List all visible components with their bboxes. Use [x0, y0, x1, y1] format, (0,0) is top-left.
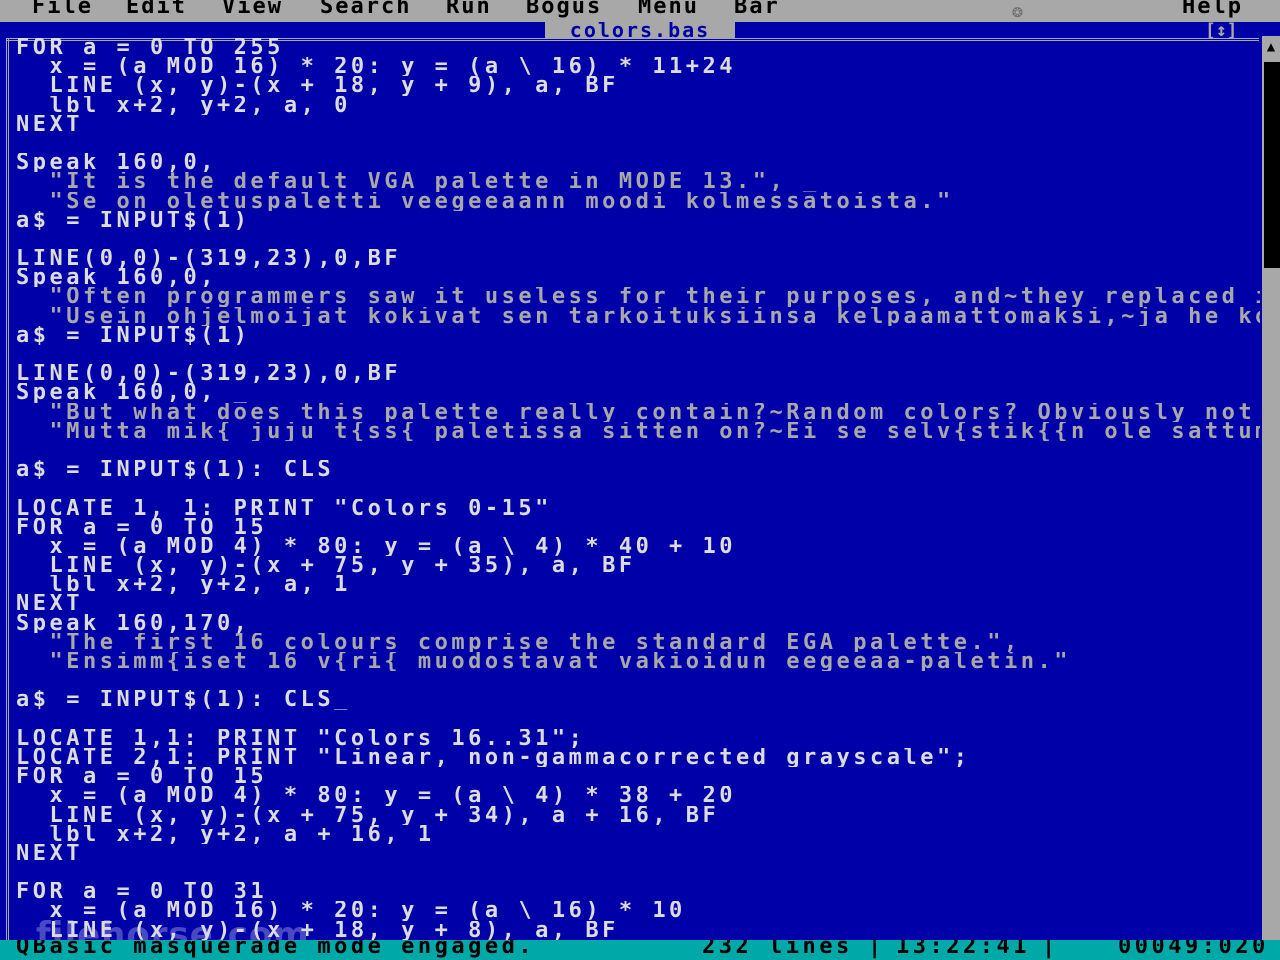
- code-line[interactable]: a$ = INPUT$(1): [16, 326, 1260, 345]
- code-line[interactable]: "Mutta mik{ juju t{ss{ paletissa sitten …: [16, 422, 1260, 441]
- file-title: colors.bas: [545, 22, 735, 38]
- code-line[interactable]: [16, 671, 1260, 690]
- code-line[interactable]: LINE (x, y)-(x + 75, y + 34), a + 16, BF: [16, 806, 1260, 825]
- menu-bar: File Edit View Search Run Bogus Menu Bar…: [0, 0, 1280, 22]
- code-line[interactable]: NEXT: [16, 844, 1260, 863]
- line-count: 232 lines: [702, 940, 853, 959]
- code-line[interactable]: "Se on oletuspaletti veegeeaann moodi ko…: [16, 192, 1260, 211]
- cursor-position: 00049:020: [1118, 940, 1269, 959]
- menu-view[interactable]: View: [222, 0, 283, 18]
- code-line[interactable]: lbl x+2, y+2, a + 16, 1: [16, 825, 1260, 844]
- code-line[interactable]: LINE(0,0)-(319,23),0,BF: [16, 249, 1260, 268]
- code-line[interactable]: LINE (x, y)-(x + 18, y + 9), a, BF: [16, 76, 1260, 95]
- status-separator-1: |: [868, 940, 885, 959]
- code-line[interactable]: LOCATE 2,1: PRINT "Linear, non-gammacorr…: [16, 748, 1260, 767]
- window-border-left: [6, 38, 9, 940]
- code-line[interactable]: a$ = INPUT$(1): [16, 211, 1260, 230]
- code-line[interactable]: Speak 160,0, _: [16, 153, 1260, 172]
- code-line[interactable]: [16, 230, 1260, 249]
- menu-search[interactable]: Search: [320, 0, 411, 18]
- menu-file[interactable]: File: [32, 0, 93, 18]
- code-line[interactable]: [16, 134, 1260, 153]
- code-line[interactable]: [16, 441, 1260, 460]
- code-line[interactable]: FOR a = 0 TO 15: [16, 767, 1260, 786]
- code-line[interactable]: [16, 710, 1260, 729]
- status-separator-2: |: [1042, 940, 1059, 959]
- code-line[interactable]: FOR a = 0 TO 31: [16, 882, 1260, 901]
- status-message: QBasic masquerade mode engaged.: [16, 940, 536, 959]
- code-line[interactable]: [16, 345, 1260, 364]
- code-line[interactable]: "It is the default VGA palette in MODE 1…: [16, 172, 1260, 191]
- code-line[interactable]: "The first 16 colours comprise the stand…: [16, 633, 1260, 652]
- code-line[interactable]: LOCATE 1, 1: PRINT "Colors 0-15": [16, 499, 1260, 518]
- menu-edit[interactable]: Edit: [126, 0, 187, 18]
- menu-bogus[interactable]: Bogus: [526, 0, 602, 18]
- scroll-up-icon[interactable]: ▲: [1262, 36, 1280, 58]
- code-line[interactable]: LINE (x, y)-(x + 75, y + 35), a, BF: [16, 556, 1260, 575]
- code-line[interactable]: "Usein ohjelmoijat kokivat sen tarkoituk…: [16, 307, 1260, 326]
- code-line[interactable]: FOR a = 0 TO 15: [16, 518, 1260, 537]
- code-line[interactable]: x = (a MOD 16) * 20: y = (a \ 16) * 11+2…: [16, 57, 1260, 76]
- menu-bar-item[interactable]: Bar: [734, 0, 780, 18]
- code-line[interactable]: Speak 160,170, _: [16, 614, 1260, 633]
- clock: 13:22:41: [896, 940, 1030, 959]
- menu-help[interactable]: Help: [1182, 0, 1243, 18]
- watermark: filehorse.com: [36, 915, 310, 940]
- code-line[interactable]: NEXT: [16, 594, 1260, 613]
- status-bar: QBasic masquerade mode engaged. 232 line…: [0, 940, 1280, 960]
- menu-menu[interactable]: Menu: [638, 0, 699, 18]
- code-line[interactable]: "But what does this palette really conta…: [16, 403, 1260, 422]
- scrollbar-thumb[interactable]: [1264, 62, 1280, 268]
- code-line[interactable]: "Often programmers saw it useless for th…: [16, 287, 1260, 306]
- code-line[interactable]: Speak 160,0, _: [16, 268, 1260, 287]
- code-line[interactable]: a$ = INPUT$(1): CLS: [16, 460, 1260, 479]
- paw-icon: ❂: [1012, 1, 1023, 22]
- code-line[interactable]: lbl x+2, y+2, a, 0: [16, 96, 1260, 115]
- code-line[interactable]: "Ensimm{iset 16 v{ri{ muodostavat vakioi…: [16, 652, 1260, 671]
- code-line[interactable]: NEXT: [16, 115, 1260, 134]
- editor-window[interactable]: colors.bas [↕] ▲ FOR a = 0 TO 255 x = (a…: [0, 22, 1280, 940]
- code-line[interactable]: lbl x+2, y+2, a, 1: [16, 575, 1260, 594]
- code-line[interactable]: LINE(0,0)-(319,23),0,BF: [16, 364, 1260, 383]
- code-line[interactable]: FOR a = 0 TO 255: [16, 38, 1260, 57]
- code-line[interactable]: Speak 160,0, _: [16, 383, 1260, 402]
- code-line[interactable]: x = (a MOD 4) * 80: y = (a \ 4) * 38 + 2…: [16, 786, 1260, 805]
- code-line[interactable]: LOCATE 1,1: PRINT "Colors 16..31";: [16, 729, 1260, 748]
- menu-run[interactable]: Run: [446, 0, 492, 18]
- code-line[interactable]: x = (a MOD 4) * 80: y = (a \ 4) * 40 + 1…: [16, 537, 1260, 556]
- code-line[interactable]: [16, 479, 1260, 498]
- code-area[interactable]: FOR a = 0 TO 255 x = (a MOD 16) * 20: y …: [16, 38, 1260, 940]
- code-line[interactable]: [16, 863, 1260, 882]
- code-line[interactable]: a$ = INPUT$(1): CLS_: [16, 690, 1260, 709]
